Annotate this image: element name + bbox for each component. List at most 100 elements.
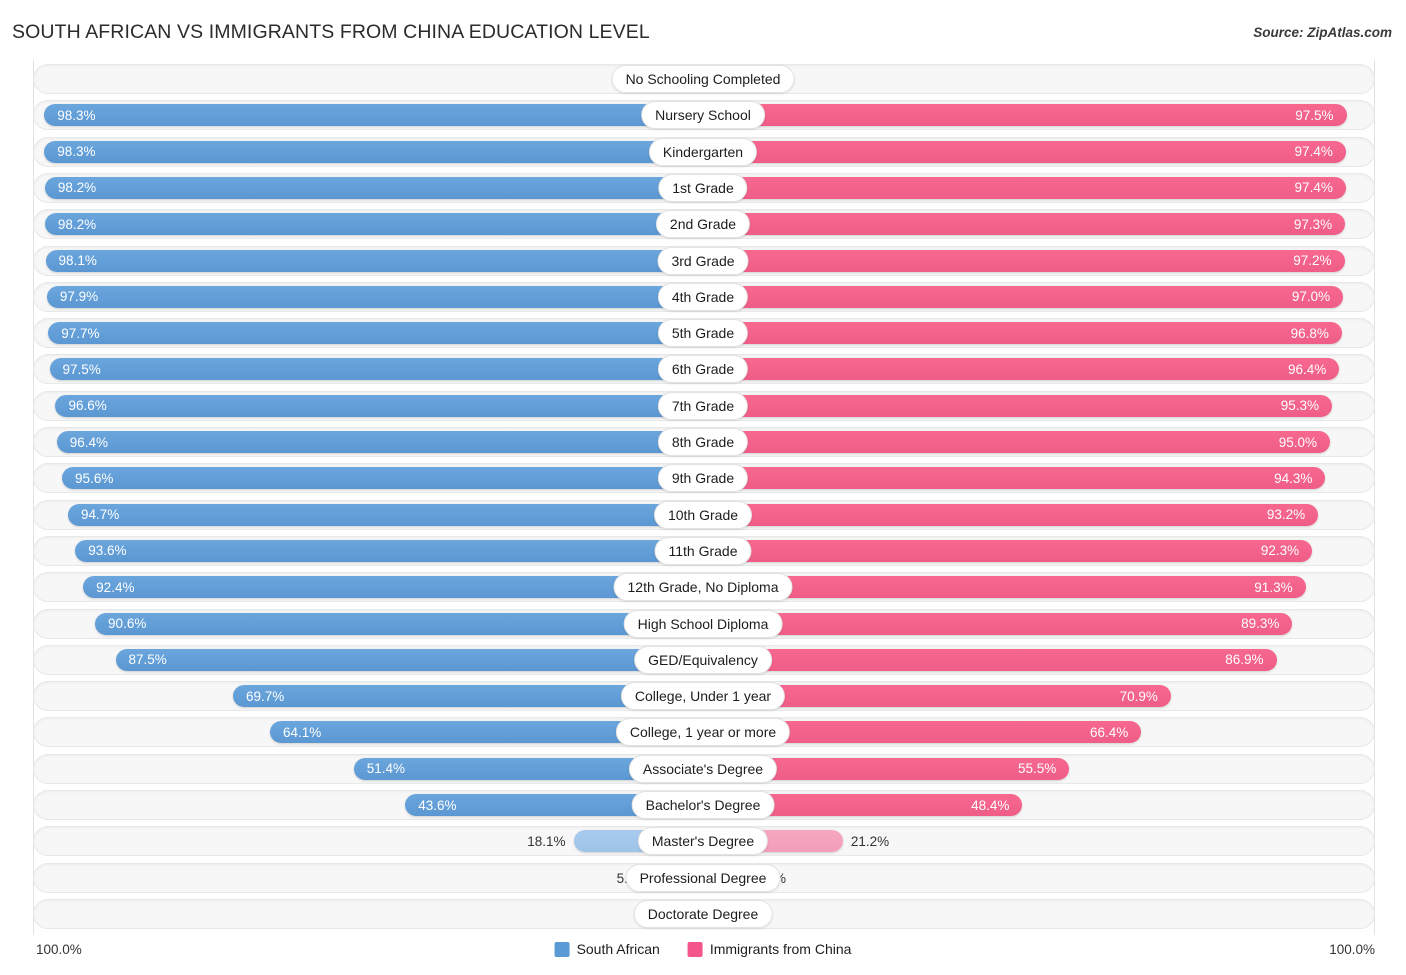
chart-row: 98.2% 97.3% 2nd Grade (10, 209, 1396, 240)
bar-value-label: 97.2% (1293, 253, 1332, 268)
bar-value-label: 93.2% (1266, 507, 1306, 523)
category-label-pill: College, 1 year or more (615, 718, 791, 747)
bar-value-label: 69.7% (245, 688, 285, 704)
category-label-pill: 9th Grade (657, 464, 749, 493)
legend-swatch-south-african (554, 941, 570, 957)
chart-row: 96.4% 95.0% 8th Grade (10, 427, 1396, 457)
bar-value-label: 93.6% (88, 543, 127, 559)
bar-value-label: 43.6% (418, 797, 457, 813)
bar-south-african: 97.5% (49, 358, 693, 381)
bar-value-label: 51.4% (366, 761, 406, 777)
legend-swatch-immigrants-from-china (687, 941, 703, 957)
bar-immigrants-from-china: 97.3% (703, 213, 1346, 236)
category-label-pill: Kindergarten (648, 137, 758, 166)
bar-value-label: 48.4% (971, 797, 1010, 813)
chart-plot-area: 1.8%2.6%No Schooling Completed 98.3% 97.5%… (0, 60, 1406, 935)
bar-value-label: 97.0% (1291, 289, 1331, 305)
category-label-pill: 12th Grade, No Diploma (613, 573, 793, 602)
bar-value-label: 55.5% (1018, 761, 1057, 777)
bar-value-label: 97.7% (61, 325, 100, 341)
chart-row: 51.4% 55.5% Associate's Degree (10, 753, 1396, 784)
chart-row: 87.5% 86.9% GED/Equivalency (10, 644, 1396, 675)
bar-south-african: 98.2% (44, 213, 693, 236)
bar-south-african: 95.6% (62, 467, 693, 490)
bar-value-label: 91.3% (1254, 579, 1293, 595)
bar-value-label: 96.6% (68, 398, 107, 414)
bar-value-label: 70.9% (1119, 688, 1158, 704)
bar-value-label: 96.4% (1287, 361, 1327, 377)
legend-item[interactable]: Immigrants from China (687, 941, 851, 957)
category-label-pill: College, Under 1 year (620, 682, 786, 711)
bar-immigrants-from-china: 86.9% (703, 648, 1277, 671)
bar-south-african: 98.3% (44, 140, 693, 163)
category-label-pill: 6th Grade (657, 355, 749, 384)
bar-immigrants-from-china: 97.5% (703, 104, 1347, 127)
category-label-pill: Master's Degree (637, 827, 769, 856)
chart-row: 64.1% 66.4% College, 1 year or more (10, 717, 1396, 748)
bar-immigrants-from-china: 93.2% (703, 503, 1319, 526)
bar-immigrants-from-china: 97.4% (703, 176, 1346, 199)
bar-south-african: 93.6% (75, 539, 693, 562)
bar-south-african: 92.4% (83, 576, 693, 599)
bar-south-african: 90.6% (95, 612, 693, 635)
bar-value-label: 87.5% (128, 652, 167, 668)
category-label-pill: 7th Grade (657, 391, 749, 420)
bar-immigrants-from-china: 97.4% (703, 140, 1346, 163)
bar-value-label: 98.3% (57, 107, 96, 123)
bar-south-african: 98.3% (44, 104, 693, 127)
chart-footer: 100.0% 100.0% South African Immigrants fr… (0, 935, 1406, 975)
bar-south-african: 98.1% (45, 249, 693, 272)
chart-row: 95.6% 94.3% 9th Grade (10, 463, 1396, 494)
bar-value-label: 95.6% (75, 470, 114, 486)
chart-header: SOUTH AFRICAN VS IMMIGRANTS FROM CHINA E… (0, 0, 1406, 60)
category-label-pill: 8th Grade (657, 428, 749, 456)
category-label-pill: High School Diploma (623, 609, 783, 638)
bar-value-label: 94.3% (1274, 470, 1313, 486)
bar-value-label: 96.8% (1290, 325, 1329, 341)
bar-value-label: 97.5% (1295, 107, 1334, 123)
category-label-pill: 2nd Grade (655, 210, 751, 239)
axis-label-left: 100.0% (36, 942, 82, 957)
bar-value-label: 97.9% (59, 289, 99, 305)
bar-value-label: 95.0% (1278, 434, 1317, 450)
bar-immigrants-from-china: 95.0% (703, 431, 1330, 453)
bar-south-african: 96.4% (56, 431, 693, 453)
chart-row: 69.7% 70.9% College, Under 1 year (10, 681, 1396, 712)
category-label-pill: Professional Degree (625, 863, 781, 892)
page-title: SOUTH AFRICAN VS IMMIGRANTS FROM CHINA E… (12, 21, 650, 43)
bar-immigrants-from-china: 96.4% (703, 358, 1340, 381)
bar-value-label: 66.4% (1089, 724, 1129, 740)
chart-row: 97.5% 96.4% 6th Grade (10, 354, 1396, 385)
chart-row: 97.7% 96.8% 5th Grade (10, 318, 1396, 349)
chart-row: 98.3% 97.4% Kindergarten (10, 136, 1396, 167)
bar-value-label: 96.4% (69, 434, 109, 450)
chart-row: 98.3% 97.5% Nursery School (10, 100, 1396, 131)
chart-row: 93.6% 92.3% 11th Grade (10, 535, 1396, 566)
category-label-pill: 10th Grade (653, 500, 753, 529)
bar-south-african: 98.2% (44, 176, 693, 199)
bar-immigrants-from-china: 97.0% (703, 285, 1344, 308)
bar-value-label: 98.2% (57, 180, 97, 196)
chart-row: 1.8%2.6%No Schooling Completed (10, 64, 1396, 94)
legend-label: South African (576, 941, 660, 957)
category-label-pill: 3rd Grade (657, 246, 749, 275)
chart-row: 98.1% 97.2% 3rd Grade (10, 245, 1396, 276)
bar-value-label: 89.3% (1241, 616, 1280, 631)
category-label-pill: 11th Grade (654, 536, 752, 565)
bar-south-african: 97.9% (46, 285, 693, 308)
axis-label-right: 100.0% (1329, 942, 1375, 957)
category-label-pill: Associate's Degree (628, 754, 778, 783)
bar-value-label: 97.4% (1294, 180, 1333, 196)
bar-value-label: 64.1% (282, 724, 322, 740)
chart-row: 2.3%3.1%Doctorate Degree (10, 898, 1396, 929)
bar-value-label: 97.3% (1293, 216, 1333, 232)
category-label-pill: 4th Grade (657, 282, 749, 311)
legend-item[interactable]: South African (554, 941, 660, 957)
bar-value-label: 97.4% (1294, 144, 1333, 160)
bar-value-label: 95.3% (1280, 398, 1319, 414)
bar-immigrants-from-china: 94.3% (703, 467, 1326, 490)
chart-row: 98.2% 97.4% 1st Grade (10, 172, 1396, 203)
chart-row: 96.6% 95.3% 7th Grade (10, 390, 1396, 421)
bar-value-label: 98.1% (58, 253, 97, 268)
chart-row: 92.4% 91.3% 12th Grade, No Diploma (10, 572, 1396, 603)
